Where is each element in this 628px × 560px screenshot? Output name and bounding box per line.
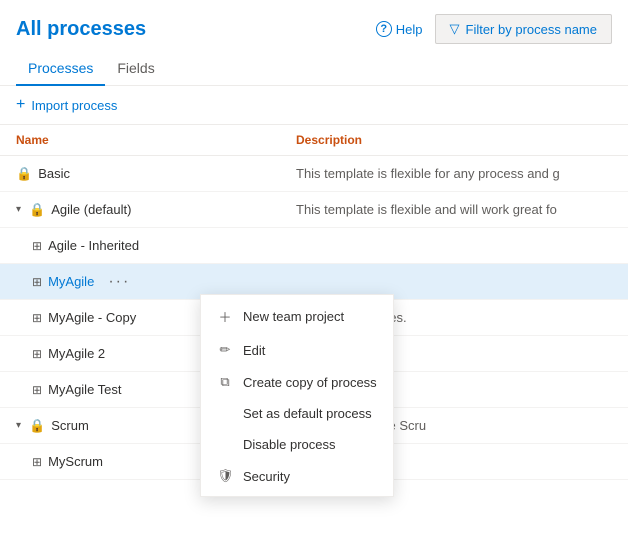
menu-item-set-default[interactable]: Set as default process [201, 398, 393, 429]
context-menu: ＋ New team project ✏ Edit ⧉ Create copy … [200, 294, 394, 497]
table-row: ⊞ MyAgile ··· ＋ New team project ✏ Edit … [0, 264, 628, 300]
menu-label: Security [243, 469, 290, 484]
plus-icon: + [16, 96, 25, 114]
menu-label: Set as default process [243, 406, 372, 421]
inherit-icon: ⊞ [32, 239, 42, 253]
menu-item-security[interactable]: 🛡 Security [201, 460, 393, 492]
shield-icon: 🛡 [217, 468, 233, 484]
tab-fields[interactable]: Fields [105, 52, 166, 86]
filter-button[interactable]: ▽ Filter by process name [435, 14, 613, 44]
inherit-icon: ⊞ [32, 311, 42, 325]
inherit-icon: ⊞ [32, 455, 42, 469]
filter-icon: ▽ [450, 21, 460, 37]
page-title: All processes [16, 18, 146, 41]
lock-icon: 🔒 [29, 418, 45, 434]
process-name[interactable]: MyScrum [48, 454, 103, 469]
col-header-description: Description [296, 133, 612, 147]
toolbar: + Import process [0, 86, 628, 125]
process-name[interactable]: Scrum [51, 418, 89, 433]
inherit-icon: ⊞ [32, 347, 42, 361]
process-name[interactable]: Agile - Inherited [48, 238, 139, 253]
process-name[interactable]: MyAgile Test [48, 382, 121, 397]
inherit-icon: ⊞ [32, 275, 42, 289]
help-label: Help [396, 22, 423, 37]
menu-label: New team project [243, 309, 344, 324]
table-header: Name Description [0, 125, 628, 156]
inherit-icon: ⊞ [32, 383, 42, 397]
pencil-icon: ✏ [217, 342, 233, 358]
col-header-name: Name [16, 133, 296, 147]
filter-label: Filter by process name [466, 22, 598, 37]
import-process-button[interactable]: + Import process [16, 96, 117, 114]
process-name[interactable]: MyAgile - Copy [48, 310, 136, 325]
process-name[interactable]: Basic [38, 166, 70, 181]
menu-item-disable[interactable]: Disable process [201, 429, 393, 460]
lock-icon: 🔒 [16, 166, 32, 182]
copy-icon: ⧉ [217, 374, 233, 390]
plus-menu-icon: ＋ [217, 307, 233, 326]
menu-label: Create copy of process [243, 375, 377, 390]
tab-processes[interactable]: Processes [16, 52, 105, 86]
help-link[interactable]: ? Help [376, 21, 423, 37]
import-label: Import process [31, 98, 117, 113]
lock-icon: 🔒 [29, 202, 45, 218]
chevron-icon: ▾ [16, 420, 21, 431]
table-row: 🔒 Basic This template is flexible for an… [0, 156, 628, 192]
table-row: ⊞ Agile - Inherited [0, 228, 628, 264]
tabs-bar: Processes Fields [0, 52, 628, 86]
process-description: This template is flexible and will work … [296, 202, 612, 217]
ellipsis-button[interactable]: ··· [108, 273, 130, 291]
process-name[interactable]: Agile (default) [51, 202, 131, 217]
menu-item-new-team-project[interactable]: ＋ New team project [201, 299, 393, 334]
menu-label: Disable process [243, 437, 336, 452]
help-circle-icon: ? [376, 21, 392, 37]
process-name-myagile[interactable]: MyAgile [48, 274, 94, 289]
table-row: ▾ 🔒 Agile (default) This template is fle… [0, 192, 628, 228]
menu-item-create-copy[interactable]: ⧉ Create copy of process [201, 366, 393, 398]
process-name[interactable]: MyAgile 2 [48, 346, 105, 361]
chevron-icon: ▾ [16, 204, 21, 215]
header: All processes ? Help ▽ Filter by process… [0, 0, 628, 52]
process-description: This template is flexible for any proces… [296, 166, 612, 181]
menu-item-edit[interactable]: ✏ Edit [201, 334, 393, 366]
menu-label: Edit [243, 343, 265, 358]
